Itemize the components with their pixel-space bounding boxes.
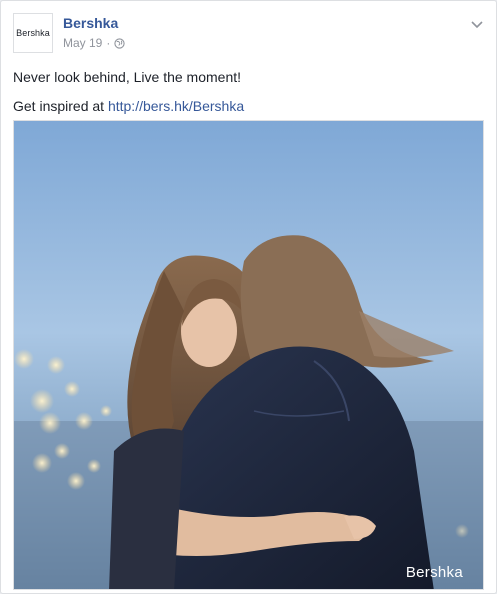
post-text-line-1: Never look behind, Live the moment! [13, 69, 242, 85]
chevron-down-icon[interactable] [470, 17, 484, 31]
post-text-prefix: Get inspired at [13, 98, 105, 114]
post-link[interactable]: http://bers.hk/Bershka [108, 98, 244, 114]
photo-image [14, 121, 483, 589]
post-card: Bershka Bershka May 19 · Never look behi… [0, 0, 497, 594]
avatar[interactable]: Bershka [13, 13, 53, 53]
meta-separator: · [106, 36, 111, 50]
post-meta: May 19 · [63, 36, 125, 50]
photo-watermark: Bershka [405, 564, 463, 581]
post-message: Never look behind, Live the moment! Get … [13, 67, 484, 125]
globe-icon[interactable] [114, 37, 125, 49]
post-photo[interactable]: Bershka [13, 120, 484, 590]
post-date[interactable]: May 19 [63, 36, 102, 50]
post-text-line-2: Get inspired at http://bers.hk/Bershka [13, 96, 484, 117]
avatar-logo-text: Bershka [16, 28, 50, 38]
page-name-link[interactable]: Bershka [63, 15, 118, 31]
post-header: Bershka Bershka May 19 · [13, 13, 484, 57]
